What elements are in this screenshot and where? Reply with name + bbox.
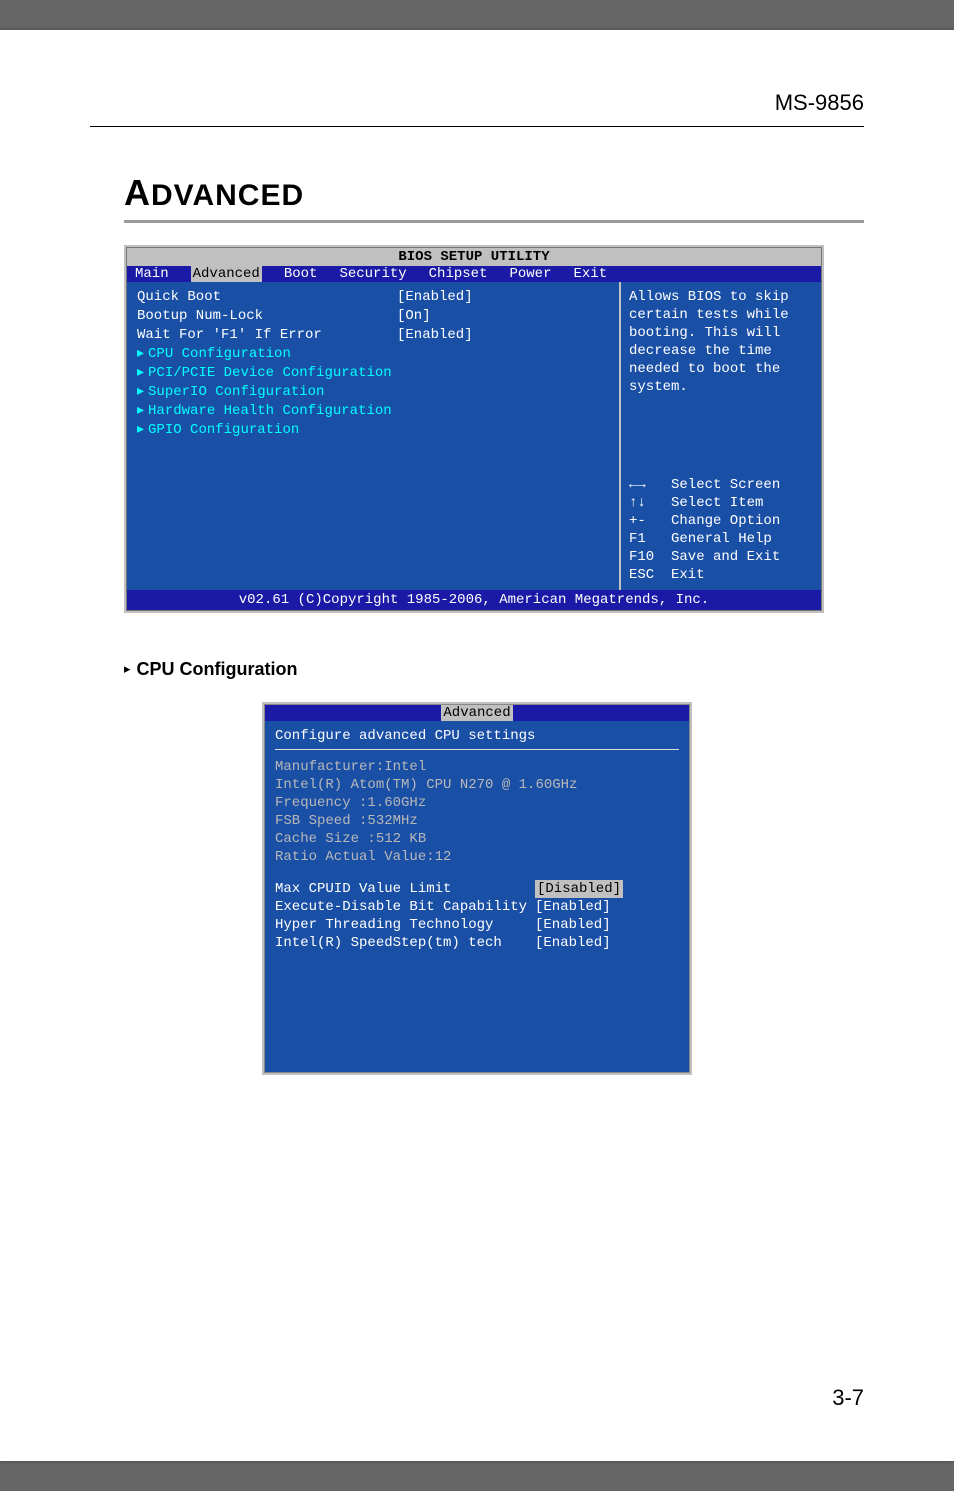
cpu-info-line: Intel(R) Atom(TM) CPU N270 @ 1.60GHz bbox=[275, 776, 679, 794]
triangle-icon: ▸ bbox=[124, 661, 131, 677]
key-desc: General Help bbox=[671, 530, 772, 548]
subheading-cpu-config: ▸CPU Configuration bbox=[124, 659, 864, 680]
cpu-info-line: Cache Size :512 KB bbox=[275, 830, 679, 848]
triangle-icon: ▸ bbox=[137, 346, 144, 362]
key: +- bbox=[629, 512, 671, 530]
opt-label: Quick Boot bbox=[137, 288, 397, 307]
key-desc: Select Screen bbox=[671, 476, 780, 494]
help-text: Allows BIOS to skip certain tests while … bbox=[629, 288, 813, 396]
cpu-config-screen: Advanced Configure advanced CPU settings… bbox=[262, 702, 692, 1075]
tab-advanced[interactable]: Advanced bbox=[191, 266, 262, 282]
submenu-pci-pcie[interactable]: ▸PCI/PCIE Device Configuration bbox=[137, 364, 609, 383]
key: ←→ bbox=[629, 476, 671, 494]
key: ↑↓ bbox=[629, 494, 671, 512]
cpu-info-line: Frequency :1.60GHz bbox=[275, 794, 679, 812]
opt-value: [Enabled] bbox=[397, 288, 473, 307]
triangle-icon: ▸ bbox=[137, 422, 144, 438]
tab-security[interactable]: Security bbox=[339, 266, 406, 282]
section-title: ADVANCED bbox=[124, 172, 864, 214]
page-number: 3-7 bbox=[832, 1385, 864, 1411]
key: F10 bbox=[629, 548, 671, 566]
opt-label: CPU Configuration bbox=[148, 346, 291, 362]
triangle-icon: ▸ bbox=[137, 403, 144, 419]
key-desc: Exit bbox=[671, 566, 705, 584]
key: F1 bbox=[629, 530, 671, 548]
opt-value: [Disabled] bbox=[535, 880, 623, 898]
triangle-icon: ▸ bbox=[137, 384, 144, 400]
triangle-icon: ▸ bbox=[137, 365, 144, 381]
opt-quick-boot[interactable]: Quick Boot [Enabled] bbox=[137, 288, 609, 307]
header-rule bbox=[90, 126, 864, 127]
key-desc: Select Item bbox=[671, 494, 763, 512]
opt-execute-disable[interactable]: Execute-Disable Bit Capability [Enabled] bbox=[275, 898, 679, 916]
tab-boot[interactable]: Boot bbox=[284, 266, 318, 282]
opt-bootup-numlock[interactable]: Bootup Num-Lock [On] bbox=[137, 307, 609, 326]
opt-value: [Enabled] bbox=[535, 916, 611, 934]
key: ESC bbox=[629, 566, 671, 584]
opt-wait-f1[interactable]: Wait For 'F1' If Error [Enabled] bbox=[137, 326, 609, 345]
opt-hyper-threading[interactable]: Hyper Threading Technology [Enabled] bbox=[275, 916, 679, 934]
tab-chipset[interactable]: Chipset bbox=[429, 266, 488, 282]
help-keys: ←→Select Screen ↑↓Select Item +-Change O… bbox=[629, 476, 813, 584]
bios-right-pane: Allows BIOS to skip certain tests while … bbox=[621, 282, 821, 590]
bios-footer: v02.61 (C)Copyright 1985-2006, American … bbox=[127, 590, 821, 610]
submenu-superio[interactable]: ▸SuperIO Configuration bbox=[137, 383, 609, 402]
cpu-info-line: Ratio Actual Value:12 bbox=[275, 848, 679, 866]
tab-exit[interactable]: Exit bbox=[573, 266, 607, 282]
opt-label: Intel(R) SpeedStep(tm) tech bbox=[275, 934, 535, 952]
key-desc: Change Option bbox=[671, 512, 780, 530]
key-desc: Save and Exit bbox=[671, 548, 780, 566]
tab-main[interactable]: Main bbox=[135, 266, 169, 282]
opt-value: [Enabled] bbox=[397, 326, 473, 345]
bios-left-pane: Quick Boot [Enabled] Bootup Num-Lock [On… bbox=[127, 282, 621, 590]
opt-label: PCI/PCIE Device Configuration bbox=[148, 365, 392, 381]
bios-tab-bar: Main Advanced Boot Security Chipset Powe… bbox=[127, 266, 821, 282]
bios-utility-screen: BIOS SETUP UTILITY Main Advanced Boot Se… bbox=[124, 245, 824, 613]
cpu-info-line: FSB Speed :532MHz bbox=[275, 812, 679, 830]
submenu-hw-health[interactable]: ▸Hardware Health Configuration bbox=[137, 402, 609, 421]
opt-label: Hyper Threading Technology bbox=[275, 916, 535, 934]
doc-header: MS-9856 bbox=[90, 90, 864, 126]
opt-speedstep[interactable]: Intel(R) SpeedStep(tm) tech [Enabled] bbox=[275, 934, 679, 952]
opt-label: Max CPUID Value Limit bbox=[275, 880, 535, 898]
section-rule bbox=[124, 220, 864, 223]
opt-value: [Enabled] bbox=[535, 898, 611, 916]
tab-power[interactable]: Power bbox=[509, 266, 551, 282]
opt-max-cpuid[interactable]: Max CPUID Value Limit [Disabled] bbox=[275, 880, 679, 898]
submenu-gpio[interactable]: ▸GPIO Configuration bbox=[137, 421, 609, 440]
adv-tab-bar: Advanced bbox=[265, 705, 689, 721]
opt-label: Execute-Disable Bit Capability bbox=[275, 898, 535, 916]
section-initial: A bbox=[124, 172, 151, 213]
bios-title: BIOS SETUP UTILITY bbox=[127, 248, 821, 266]
tab-advanced-mini[interactable]: Advanced bbox=[441, 705, 512, 721]
adv-title: Configure advanced CPU settings bbox=[275, 727, 679, 745]
opt-label: Bootup Num-Lock bbox=[137, 307, 397, 326]
cpu-info-line: Manufacturer:Intel bbox=[275, 758, 679, 776]
divider bbox=[275, 749, 679, 750]
opt-value: [On] bbox=[397, 307, 431, 326]
opt-value: [Enabled] bbox=[535, 934, 611, 952]
opt-label: GPIO Configuration bbox=[148, 422, 299, 438]
opt-label: Hardware Health Configuration bbox=[148, 403, 392, 419]
section-rest: DVANCED bbox=[151, 179, 304, 212]
opt-label: SuperIO Configuration bbox=[148, 384, 324, 400]
opt-label: Wait For 'F1' If Error bbox=[137, 326, 397, 345]
submenu-cpu-config[interactable]: ▸CPU Configuration bbox=[137, 345, 609, 364]
